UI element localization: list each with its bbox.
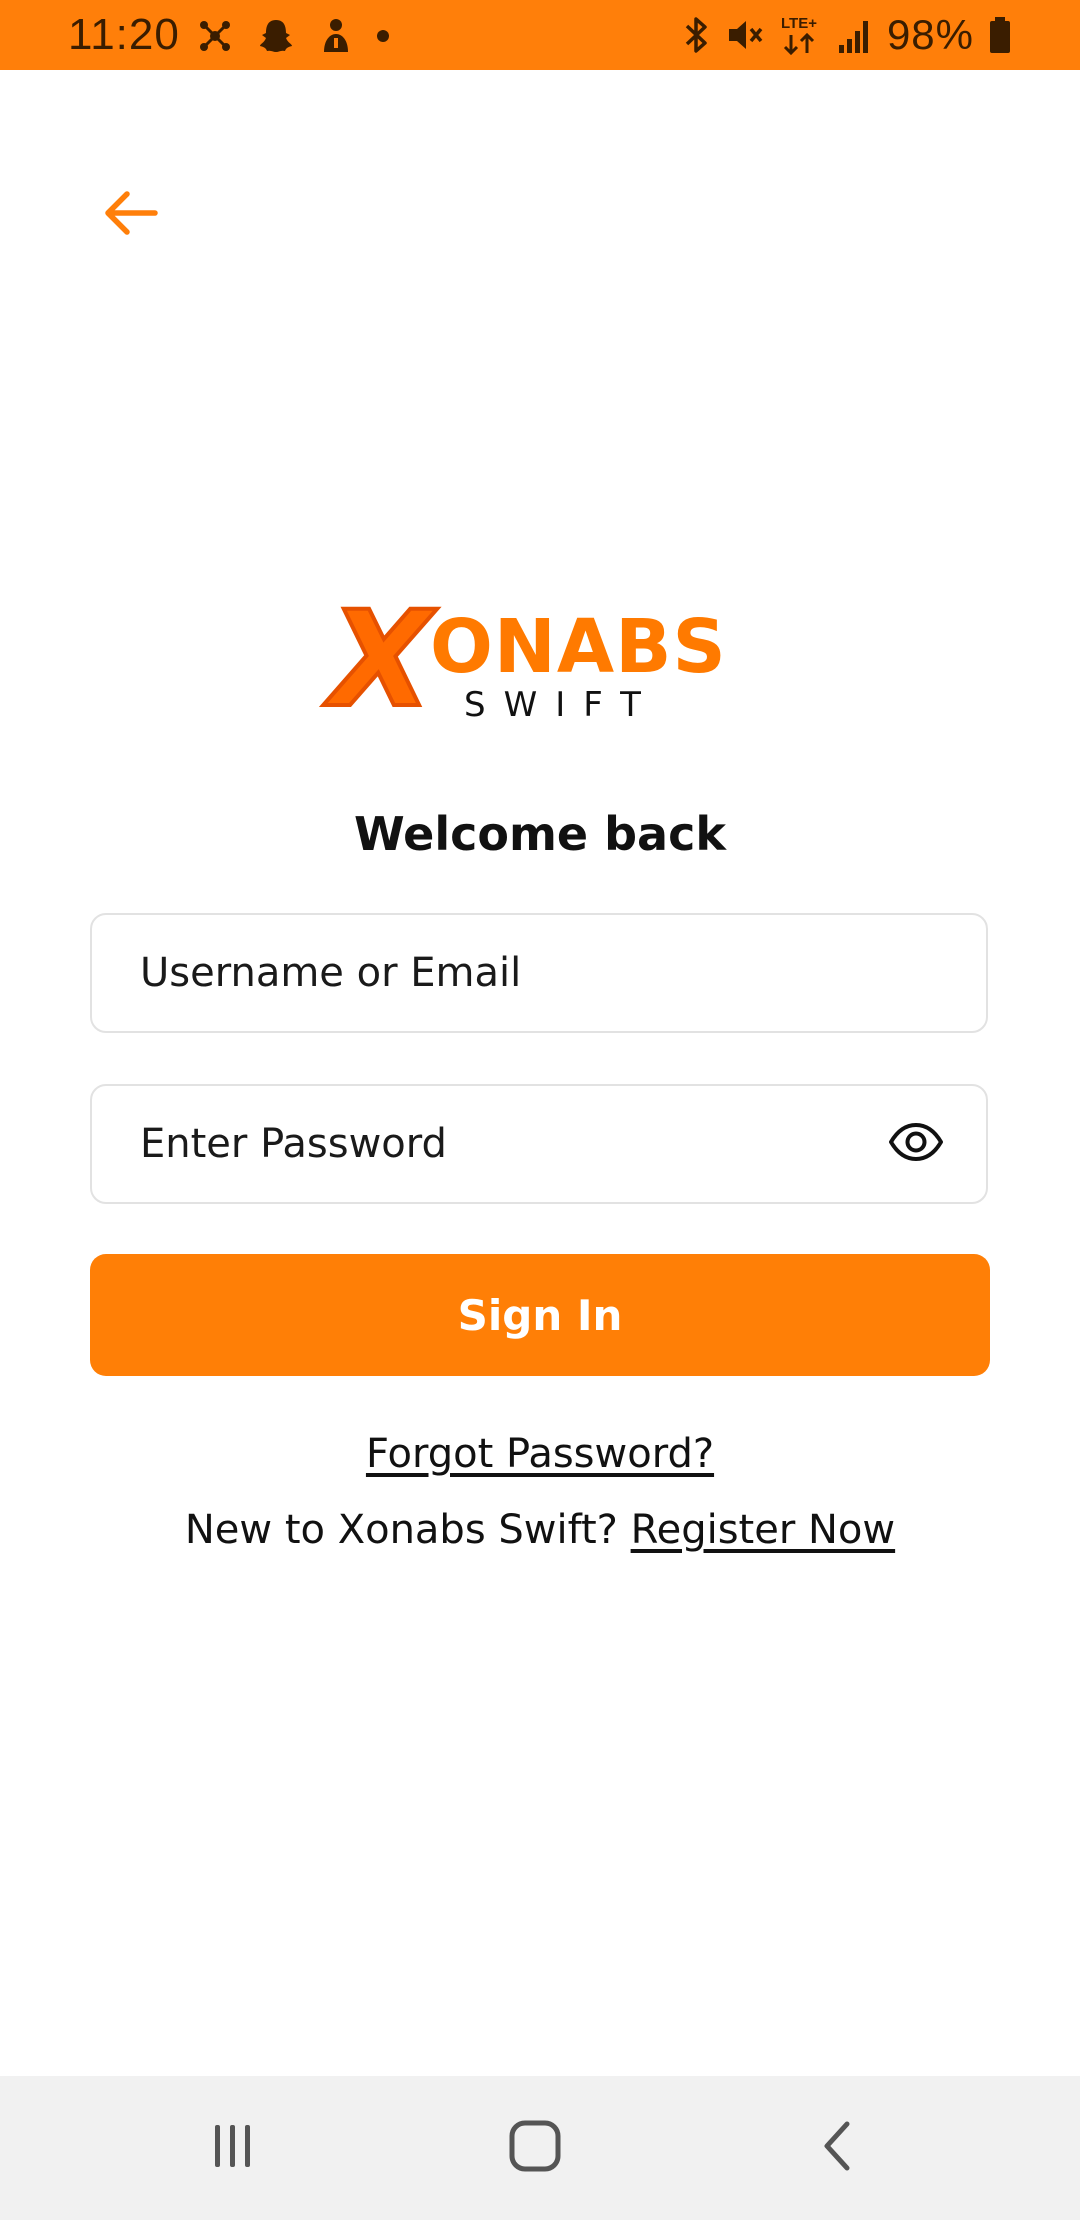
username-input[interactable] <box>140 915 900 1031</box>
password-field <box>90 1084 988 1204</box>
logo-subtitle: SWIFT <box>464 685 659 725</box>
recents-icon <box>209 2121 257 2176</box>
forgot-password-row: Forgot Password? <box>0 1424 1080 1484</box>
logo-wordmark: X ONABS SWIFT <box>328 583 750 737</box>
username-field <box>90 913 988 1033</box>
forgot-password-link[interactable]: Forgot Password? <box>366 1431 714 1477</box>
login-screen: 11:20 LTE+ 98% X ONABS SWIFT Welcome bac… <box>0 0 1080 2220</box>
status-left-icons <box>196 14 390 58</box>
welcome-title: Welcome back <box>354 807 726 861</box>
nav-back-icon <box>817 2119 857 2178</box>
network-share-icon <box>196 17 234 55</box>
app-logo: X ONABS SWIFT <box>328 583 750 737</box>
eye-icon <box>888 1122 944 1167</box>
home-button[interactable] <box>495 2112 575 2184</box>
snapchat-icon <box>256 16 296 56</box>
register-now-link[interactable]: Register Now <box>631 1507 896 1553</box>
signal-icon <box>837 15 873 55</box>
arrow-left-icon <box>103 189 159 242</box>
dot-icon <box>376 29 390 43</box>
lte-label: LTE+ <box>781 15 817 32</box>
recents-button[interactable] <box>193 2112 273 2184</box>
system-nav-bar <box>0 2076 1080 2220</box>
notification-app-icon <box>318 16 354 56</box>
back-button[interactable] <box>96 180 166 250</box>
status-time: 11:20 <box>68 10 180 59</box>
mute-icon <box>725 15 765 55</box>
logo-x-mark: X <box>328 583 434 737</box>
lte-data-icon: LTE+ <box>779 13 823 57</box>
password-input[interactable] <box>140 1086 900 1202</box>
bluetooth-icon <box>681 15 711 55</box>
sign-in-button[interactable]: Sign In <box>90 1254 990 1376</box>
register-prompt: New to Xonabs Swift? <box>184 1507 618 1553</box>
logo-word: ONABS <box>430 604 727 690</box>
battery-icon <box>988 15 1012 55</box>
status-right-icons: LTE+ 98% <box>681 10 1012 60</box>
nav-back-button[interactable] <box>797 2112 877 2184</box>
register-row: New to Xonabs Swift? Register Now <box>0 1500 1080 1560</box>
battery-percent: 98% <box>886 11 974 58</box>
status-bar: 11:20 LTE+ 98% <box>0 0 1080 70</box>
password-visibility-toggle[interactable] <box>886 1116 946 1172</box>
home-icon <box>507 2118 563 2179</box>
